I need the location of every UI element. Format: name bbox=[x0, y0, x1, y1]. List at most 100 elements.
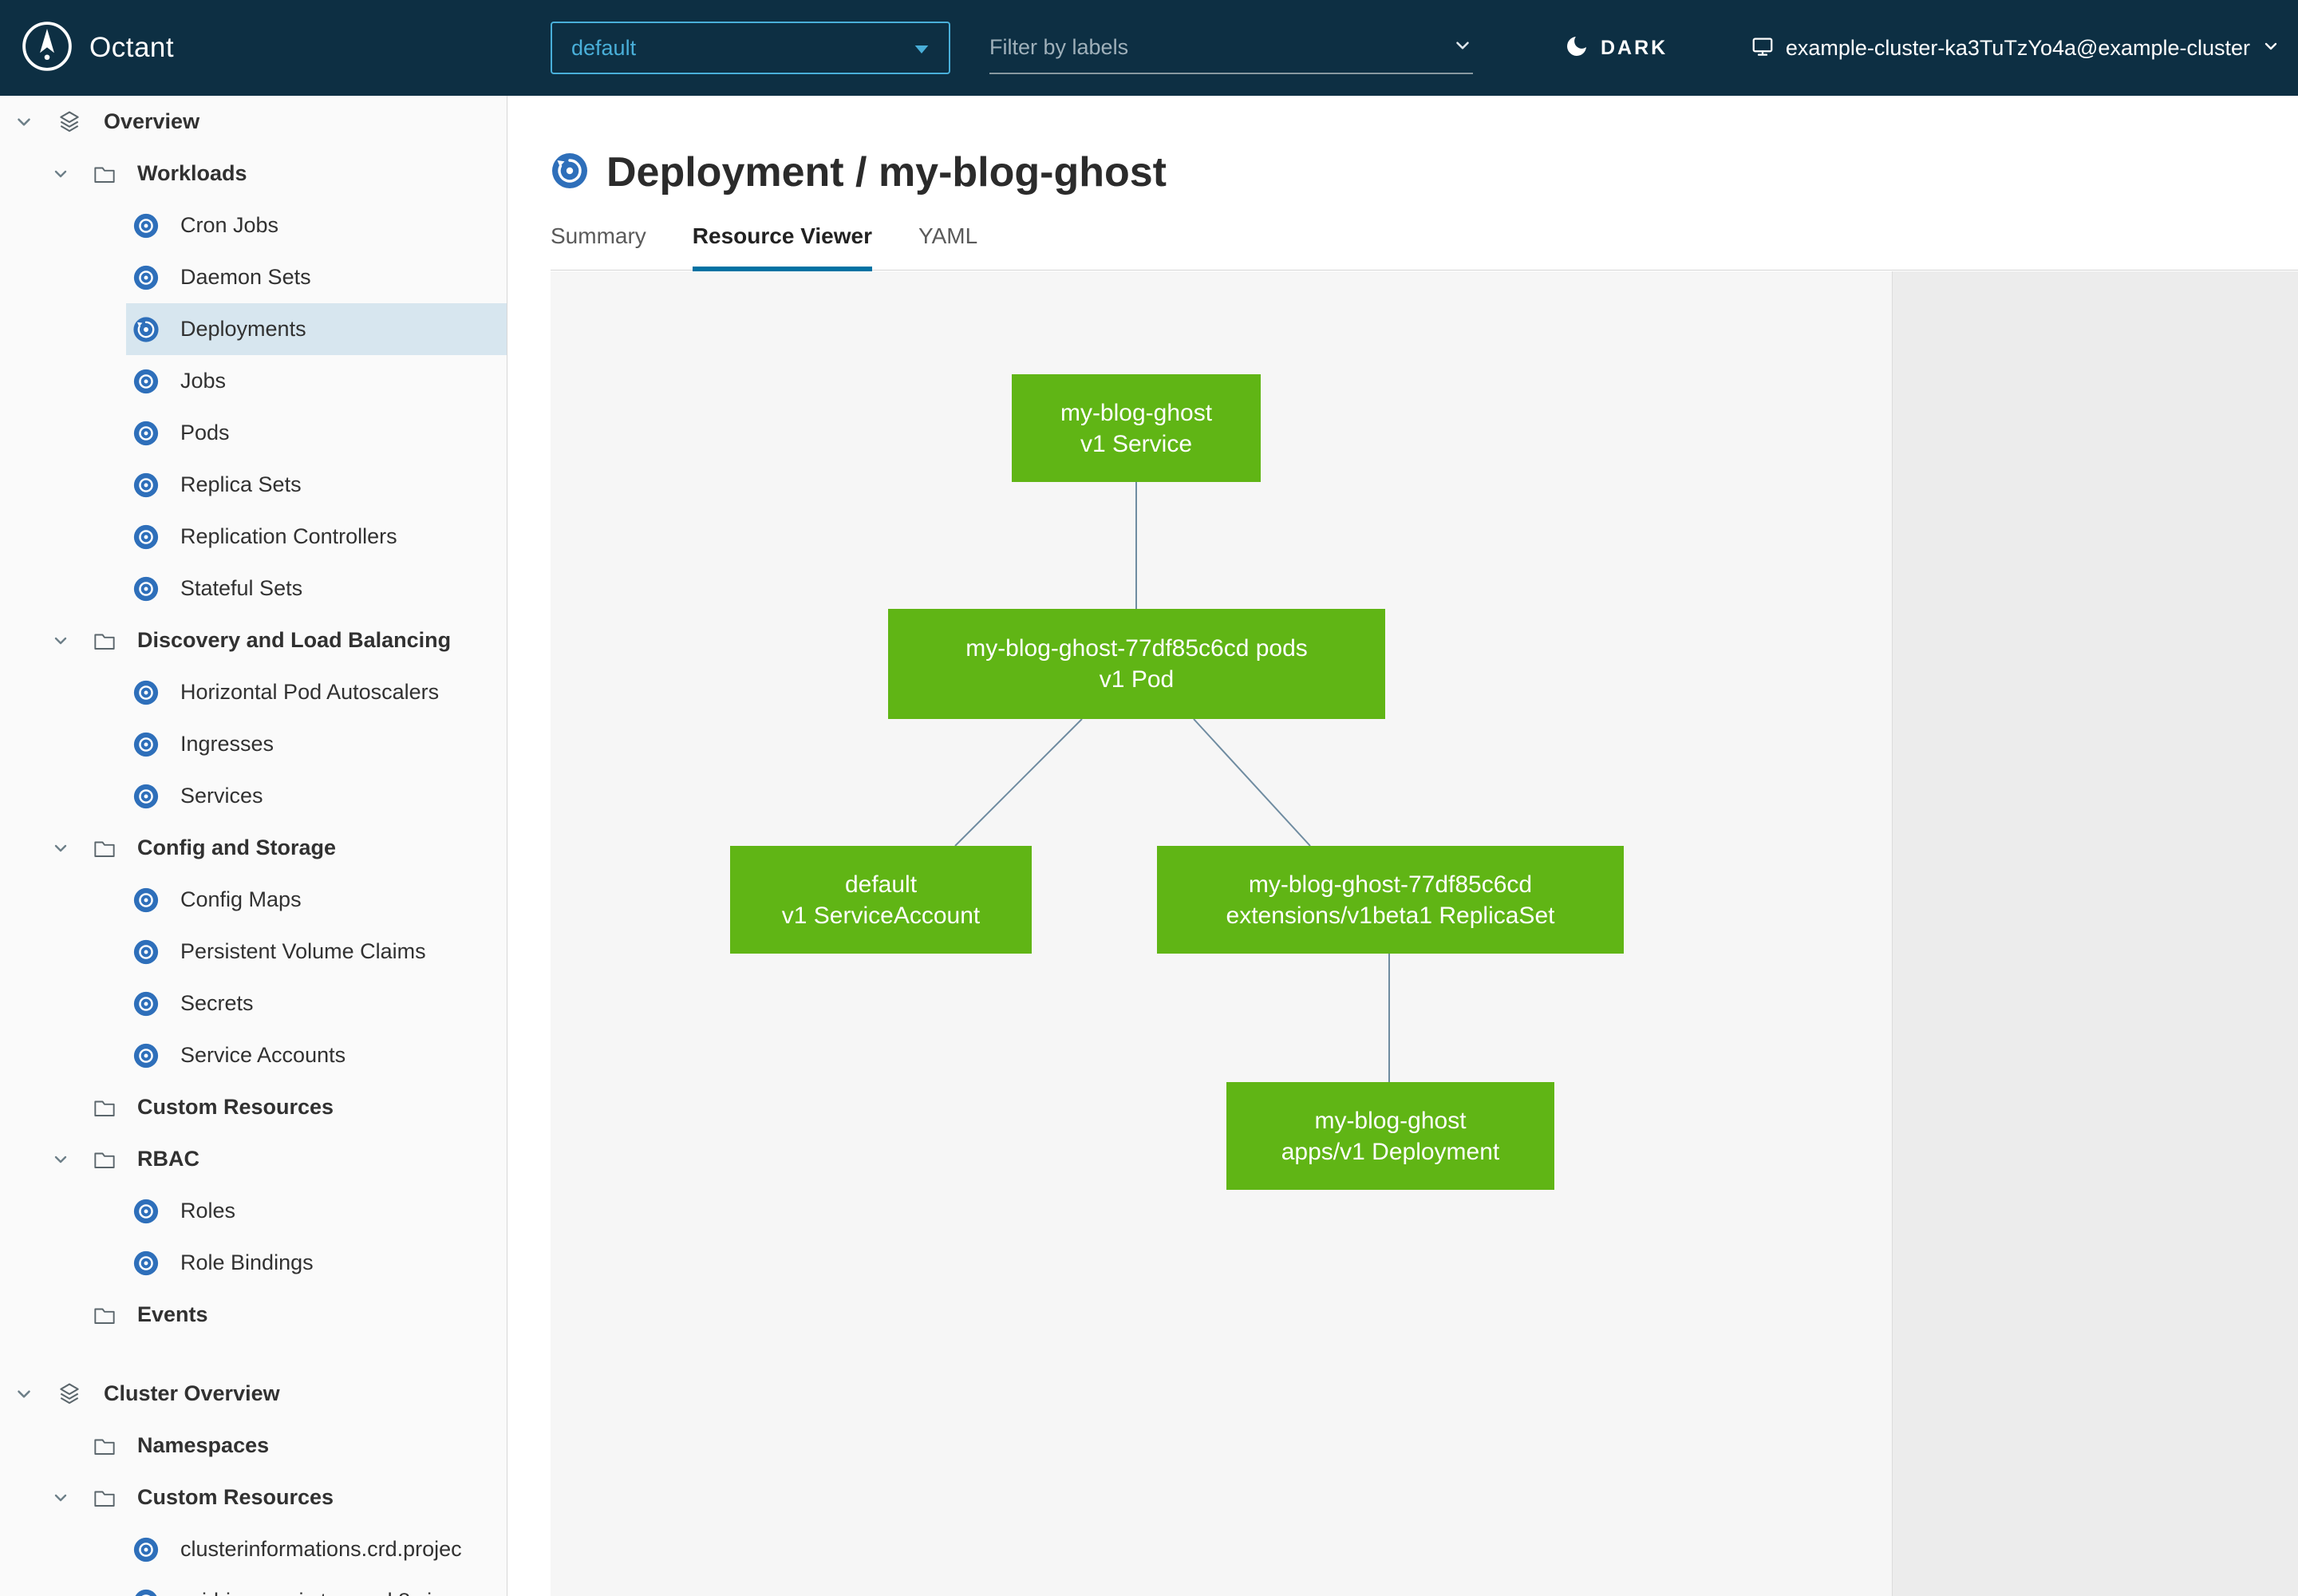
sidebar-item-replication-controllers[interactable]: Replication Controllers bbox=[0, 511, 507, 563]
node-kind: apps/v1 Deployment bbox=[1281, 1136, 1500, 1167]
sidebar-item-jobs[interactable]: Jobs bbox=[0, 355, 507, 407]
node-name: my-blog-ghost bbox=[1314, 1105, 1466, 1136]
sidebar-item-config-maps[interactable]: Config Maps bbox=[0, 874, 507, 926]
graph-side-panel bbox=[1892, 271, 2298, 1596]
folder-icon bbox=[91, 160, 118, 188]
chevron-down-icon[interactable] bbox=[13, 1383, 35, 1405]
graph-node-serviceaccount[interactable]: default v1 ServiceAccount bbox=[730, 846, 1032, 954]
chevron-down-icon[interactable] bbox=[49, 163, 72, 185]
graph-node-service[interactable]: my-blog-ghost v1 Service bbox=[1012, 374, 1261, 482]
tab-summary[interactable]: Summary bbox=[551, 223, 646, 270]
graph-node-deployment[interactable]: my-blog-ghost apps/v1 Deployment bbox=[1226, 1082, 1554, 1190]
tab-bar: Summary Resource Viewer YAML bbox=[551, 223, 2298, 271]
cron-jobs-icon bbox=[132, 212, 160, 239]
label-filter-input[interactable] bbox=[989, 35, 1452, 60]
chevron-down-icon[interactable] bbox=[1452, 35, 1473, 60]
objects-icon bbox=[56, 109, 83, 136]
node-name: my-blog-ghost-77df85c6cd pods bbox=[965, 633, 1308, 664]
pods-icon bbox=[132, 420, 160, 447]
sidebar-item-service-accounts[interactable]: Service Accounts bbox=[0, 1029, 507, 1081]
sidebar-item-persistent-volume-claims[interactable]: Persistent Volume Claims bbox=[0, 926, 507, 978]
sidebar-item-csidrivers[interactable]: csidrivers.csi.storage.k8s.io bbox=[0, 1575, 507, 1596]
role-bindings-icon bbox=[132, 1250, 160, 1277]
sidebar-item-overview[interactable]: Overview bbox=[0, 96, 507, 148]
node-name: default bbox=[845, 869, 917, 900]
node-kind: v1 Service bbox=[1080, 429, 1192, 460]
sidebar-item-pods[interactable]: Pods bbox=[0, 407, 507, 459]
sidebar-item-stateful-sets[interactable]: Stateful Sets bbox=[0, 563, 507, 614]
sidebar-item-replica-sets[interactable]: Replica Sets bbox=[0, 459, 507, 511]
octant-logo-icon bbox=[21, 20, 73, 77]
namespace-value: default bbox=[571, 36, 636, 61]
namespace-dropdown[interactable]: default bbox=[551, 22, 950, 74]
sidebar-group-cluster-custom-resources[interactable]: Custom Resources bbox=[0, 1472, 507, 1523]
chevron-down-icon[interactable] bbox=[49, 630, 72, 652]
daemon-sets-icon bbox=[132, 264, 160, 291]
resource-viewer-graph: my-blog-ghost v1 Service my-blog-ghost-7… bbox=[551, 271, 2298, 1596]
sidebar-group-custom-resources[interactable]: Custom Resources bbox=[0, 1081, 507, 1133]
sidebar-item-roles[interactable]: Roles bbox=[0, 1185, 507, 1237]
sidebar-group-rbac[interactable]: RBAC bbox=[0, 1133, 507, 1185]
sidebar-nav: Overview Workloads Cron Jobs Daemon Sets… bbox=[0, 96, 507, 1596]
cluster-context-dropdown[interactable]: example-cluster-ka3TuTzYo4a@example-clus… bbox=[1751, 0, 2280, 96]
secrets-icon bbox=[132, 990, 160, 1017]
sidebar-group-workloads[interactable]: Workloads bbox=[0, 148, 507, 200]
sidebar-item-cron-jobs[interactable]: Cron Jobs bbox=[0, 200, 507, 251]
folder-icon bbox=[91, 627, 118, 654]
chevron-down-icon[interactable] bbox=[49, 1148, 72, 1171]
hpa-icon bbox=[132, 679, 160, 706]
tab-yaml[interactable]: YAML bbox=[918, 223, 977, 270]
app-name: Octant bbox=[89, 32, 174, 64]
chevron-down-icon[interactable] bbox=[49, 837, 72, 859]
config-maps-icon bbox=[132, 887, 160, 914]
stateful-sets-icon bbox=[132, 575, 160, 602]
sidebar-item-ingresses[interactable]: Ingresses bbox=[0, 718, 507, 770]
ingresses-icon bbox=[132, 731, 160, 758]
folder-icon bbox=[91, 1484, 118, 1511]
sidebar-item-role-bindings[interactable]: Role Bindings bbox=[0, 1237, 507, 1289]
replica-sets-icon bbox=[132, 472, 160, 499]
custom-resource-icon bbox=[132, 1536, 160, 1563]
graph-node-pod[interactable]: my-blog-ghost-77df85c6cd pods v1 Pod bbox=[888, 609, 1385, 719]
services-icon bbox=[132, 783, 160, 810]
deployment-icon bbox=[132, 316, 160, 343]
node-kind: v1 ServiceAccount bbox=[782, 900, 980, 931]
node-kind: v1 Pod bbox=[1100, 664, 1174, 695]
folder-icon bbox=[91, 1302, 118, 1329]
main-content: Deployment / my-blog-ghost Summary Resou… bbox=[507, 96, 2298, 1596]
label-filter bbox=[989, 22, 1473, 74]
chevron-down-icon[interactable] bbox=[49, 1487, 72, 1509]
cluster-context-label: example-cluster-ka3TuTzYo4a@example-clus… bbox=[1786, 36, 2250, 61]
graph-node-replicaset[interactable]: my-blog-ghost-77df85c6cd extensions/v1be… bbox=[1157, 846, 1624, 954]
sidebar-group-namespaces[interactable]: Namespaces bbox=[0, 1420, 507, 1472]
node-name: my-blog-ghost-77df85c6cd bbox=[1249, 869, 1532, 900]
page-header: Deployment / my-blog-ghost bbox=[551, 148, 1167, 196]
node-name: my-blog-ghost bbox=[1060, 397, 1212, 429]
sidebar-item-clusterinformations[interactable]: clusterinformations.crd.projec bbox=[0, 1523, 507, 1575]
sidebar-item-horizontal-pod-autoscalers[interactable]: Horizontal Pod Autoscalers bbox=[0, 666, 507, 718]
replication-controllers-icon bbox=[132, 523, 160, 551]
sidebar-item-daemon-sets[interactable]: Daemon Sets bbox=[0, 251, 507, 303]
sidebar-item-services[interactable]: Services bbox=[0, 770, 507, 822]
chevron-spacer bbox=[49, 1435, 72, 1457]
sidebar-item-cluster-overview[interactable]: Cluster Overview bbox=[0, 1368, 507, 1420]
folder-icon bbox=[91, 1146, 118, 1173]
sidebar-group-discovery-load-balancing[interactable]: Discovery and Load Balancing bbox=[0, 614, 507, 666]
folder-icon bbox=[91, 835, 118, 862]
moon-icon bbox=[1564, 34, 1589, 63]
sidebar-item-deployments[interactable]: Deployments bbox=[0, 303, 507, 355]
node-kind: extensions/v1beta1 ReplicaSet bbox=[1226, 900, 1555, 931]
app-brand: Octant bbox=[21, 0, 174, 96]
folder-icon bbox=[91, 1432, 118, 1460]
sidebar-group-events[interactable]: Events bbox=[0, 1289, 507, 1341]
chevron-spacer bbox=[49, 1096, 72, 1119]
sidebar-item-secrets[interactable]: Secrets bbox=[0, 978, 507, 1029]
chevron-down-icon[interactable] bbox=[13, 111, 35, 133]
tab-resource-viewer[interactable]: Resource Viewer bbox=[693, 223, 872, 270]
theme-toggle[interactable]: DARK bbox=[1564, 0, 1668, 96]
deployment-icon bbox=[551, 152, 589, 194]
pvc-icon bbox=[132, 938, 160, 966]
theme-toggle-label: DARK bbox=[1601, 37, 1668, 60]
sidebar-group-config-storage[interactable]: Config and Storage bbox=[0, 822, 507, 874]
roles-icon bbox=[132, 1198, 160, 1225]
